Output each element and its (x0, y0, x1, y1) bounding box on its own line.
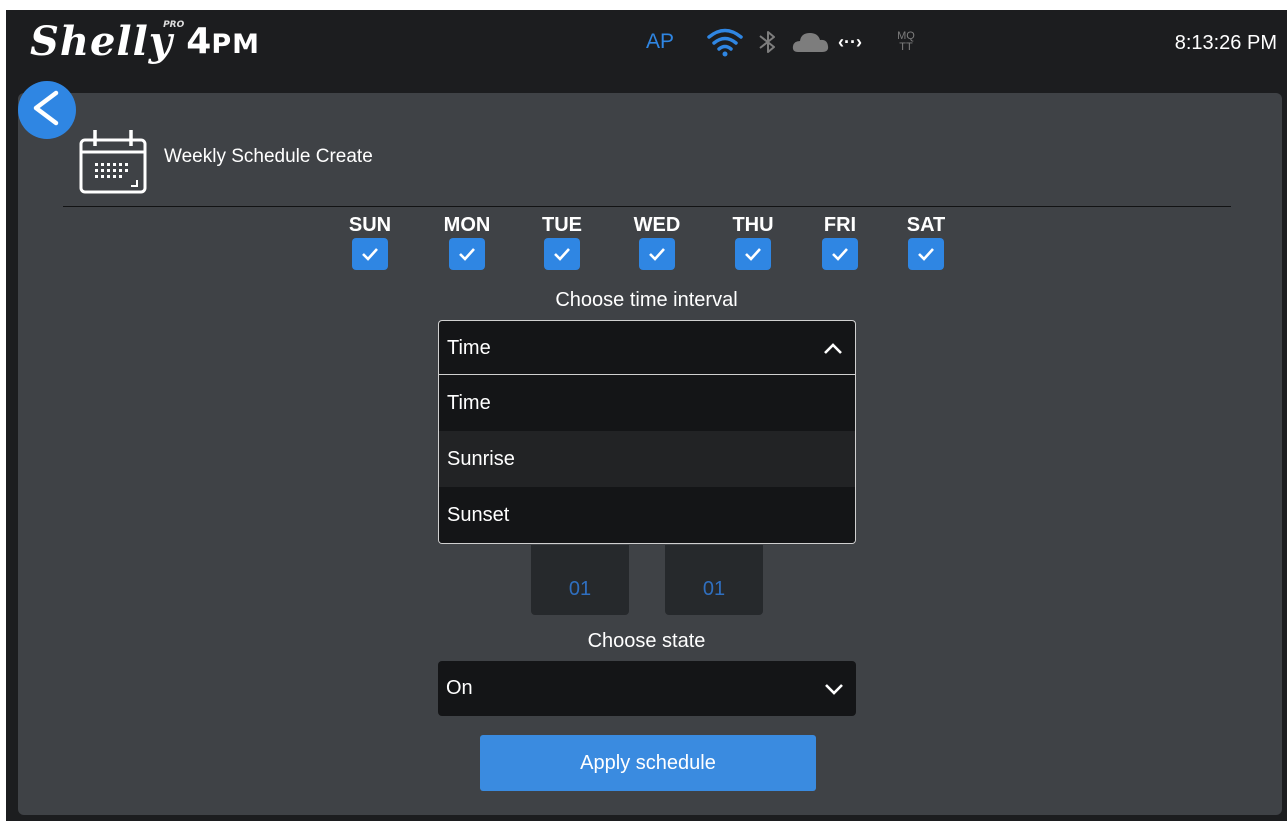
state-select[interactable]: On (438, 661, 856, 716)
day-fri[interactable]: FRI (810, 215, 870, 270)
minute-value: 01 (702, 578, 726, 600)
check-icon (745, 248, 761, 261)
ap-status: AP (646, 30, 675, 53)
day-checkbox[interactable] (639, 238, 675, 270)
interval-label: Choose time interval (555, 289, 738, 311)
chevron-down-icon (825, 684, 843, 695)
day-label: MON (443, 214, 491, 236)
day-thu[interactable]: THU (723, 215, 783, 270)
status-icons: AP ‹··› MQ TT (646, 26, 918, 58)
day-wed[interactable]: WED (627, 215, 687, 270)
brand-name: Shelly (30, 18, 174, 65)
interval-dropdown: Time Sunrise Sunset (438, 374, 856, 544)
day-checkbox[interactable] (352, 238, 388, 270)
check-icon (649, 248, 665, 261)
state-selected-value: On (446, 677, 473, 699)
day-checkbox[interactable] (449, 238, 485, 270)
day-checkbox[interactable] (908, 238, 944, 270)
chevron-left-icon (33, 90, 59, 126)
back-button[interactable] (18, 81, 76, 139)
day-checkbox[interactable] (735, 238, 771, 270)
day-label: FRI (823, 214, 857, 236)
day-label: THU (732, 214, 774, 236)
cloud-icon (792, 33, 829, 52)
interval-option-time[interactable]: Time (439, 375, 855, 431)
interval-selected-value: Time (447, 336, 491, 359)
mqtt-status: MQ TT (894, 31, 918, 53)
day-label: TUE (542, 214, 582, 236)
day-label: SUN (348, 214, 392, 236)
wifi-icon (707, 28, 743, 57)
minute-picker[interactable]: 01 (665, 545, 763, 615)
page-title: Weekly Schedule Create (164, 146, 373, 167)
brand-model: 4PM (186, 18, 260, 69)
calendar-icon (79, 130, 147, 194)
state-label: Choose state (587, 630, 706, 652)
brand-logo: Shelly PRO 4PM (30, 18, 260, 66)
check-icon (459, 248, 475, 261)
brand-model-suffix: PM (211, 29, 260, 60)
connection-icon: ‹··› (838, 31, 862, 52)
top-bar: Shelly PRO 4PM AP ‹··› MQ TT 8:13:26 PM (6, 10, 1287, 72)
brand-badge: PRO (163, 20, 185, 30)
day-checkbox[interactable] (822, 238, 858, 270)
divider (63, 206, 1231, 207)
clock: 8:13:26 PM (1174, 32, 1277, 54)
day-sun[interactable]: SUN (340, 215, 400, 270)
bluetooth-icon (759, 31, 775, 53)
device-screen: Shelly PRO 4PM AP ‹··› MQ TT 8:13:26 PM … (6, 10, 1287, 821)
brand-model-number: 4 (186, 21, 212, 62)
interval-option-sunrise[interactable]: Sunrise (439, 431, 855, 487)
day-checkbox[interactable] (544, 238, 580, 270)
day-tue[interactable]: TUE (532, 215, 592, 270)
day-sat[interactable]: SAT (896, 215, 956, 270)
day-mon[interactable]: MON (437, 215, 497, 270)
check-icon (554, 248, 570, 261)
hour-value: 01 (568, 578, 592, 600)
interval-select[interactable]: Time (438, 320, 856, 375)
interval-option-sunset[interactable]: Sunset (439, 487, 855, 543)
apply-schedule-button[interactable]: Apply schedule (480, 735, 816, 791)
check-icon (918, 248, 934, 261)
chevron-up-icon (824, 343, 842, 354)
check-icon (362, 248, 378, 261)
check-icon (832, 248, 848, 261)
day-label: SAT (906, 214, 946, 236)
day-label: WED (633, 214, 681, 236)
mqtt-line-2: TT (899, 41, 913, 53)
hour-picker[interactable]: 01 (531, 545, 629, 615)
